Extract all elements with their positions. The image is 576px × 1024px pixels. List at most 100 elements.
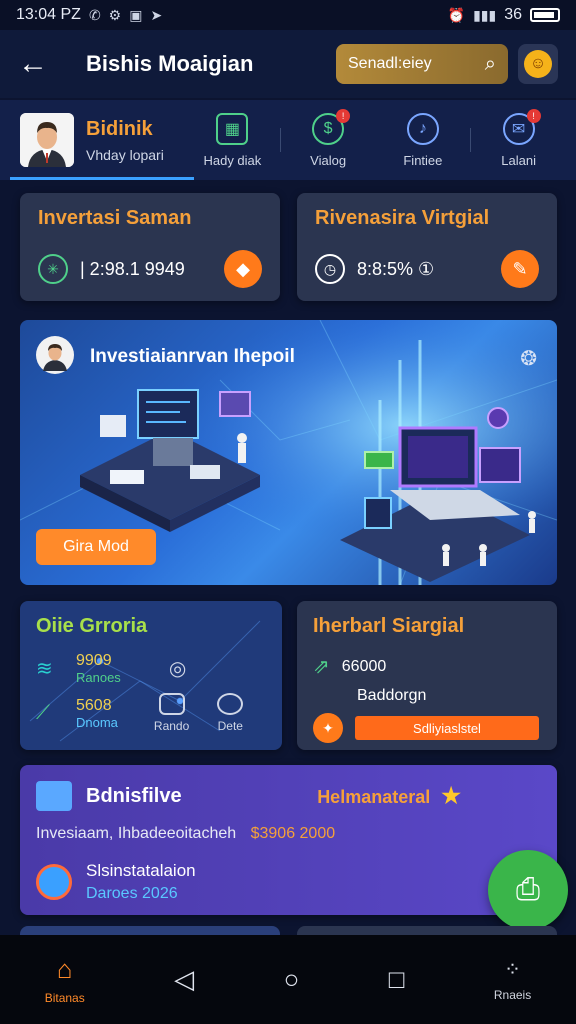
growth-value-1: 9909 bbox=[76, 652, 112, 669]
notification-button[interactable]: ☺ bbox=[518, 44, 558, 84]
tab-vialog[interactable]: $! Vialog bbox=[281, 108, 376, 168]
tab-lalani[interactable]: ✉! Lalani bbox=[471, 108, 566, 168]
pencil-icon[interactable]: ✎ bbox=[501, 250, 539, 288]
card-title: Rivenasira Virtgial bbox=[315, 207, 490, 229]
avatar bbox=[20, 113, 74, 167]
coins-icon: ◎ bbox=[168, 658, 187, 680]
card-title: Iherbarl Siargial bbox=[313, 615, 465, 637]
tab-label: Lalani bbox=[501, 152, 536, 168]
status-bar: 13:04 PZ ✆ ⚙ ▣ ➤ ⏰ ▮▮▮ 36 bbox=[0, 0, 576, 30]
link-icon: ⟋ bbox=[36, 701, 50, 724]
money-icon: $! bbox=[312, 108, 351, 145]
profile-title: Bidinik bbox=[86, 117, 153, 140]
harvest-value: 66000 bbox=[341, 657, 387, 675]
diamond-icon[interactable]: ◆ bbox=[224, 250, 262, 288]
avatar-portrait bbox=[20, 113, 74, 167]
file-icon bbox=[36, 781, 72, 811]
nav-back[interactable]: ◁ bbox=[174, 964, 194, 995]
card-title: Invertasi Saman bbox=[38, 207, 192, 229]
image-icon: ▣ bbox=[129, 6, 143, 23]
growth-value-2: 5608 bbox=[76, 696, 112, 714]
hero-title: Investiaianrvan Ihepoil bbox=[90, 346, 295, 367]
whatsapp-icon: ✆ bbox=[88, 6, 101, 23]
camera-fab-button[interactable]: ⎙ bbox=[488, 850, 568, 930]
back-triangle-icon: ◁ bbox=[174, 964, 195, 994]
gear-icon: ⚙ bbox=[108, 6, 122, 23]
profile-subtitle: Vhday lopari bbox=[86, 146, 164, 163]
battery-icon bbox=[530, 8, 560, 22]
tab-fintiee[interactable]: ♪ Fintiee bbox=[376, 112, 471, 168]
trend-icon: ⇗ bbox=[313, 656, 330, 678]
card-title: Oiie Grroria bbox=[36, 615, 148, 637]
mini-label: Dete bbox=[217, 719, 243, 733]
search-icon[interactable]: ⌕ bbox=[485, 53, 496, 76]
send-icon: ➤ bbox=[150, 6, 163, 23]
home-icon: ⌂ bbox=[56, 954, 73, 984]
clock: 13:04 PZ bbox=[16, 6, 81, 23]
nav-home-circle[interactable]: ○ bbox=[284, 964, 300, 995]
tab-badge: ! bbox=[336, 108, 351, 123]
hero-avatar bbox=[36, 336, 74, 374]
search-text: Senadl:eiey bbox=[348, 55, 432, 72]
alarm-icon: ⏰ bbox=[447, 6, 466, 23]
bottom-nav: ⌂ Bitanas ◁ ○ □ ⁘ Rnaeis bbox=[0, 935, 576, 1024]
tab-badge: ! bbox=[526, 108, 541, 123]
hero-cta-button[interactable]: Gira Mod bbox=[36, 529, 156, 565]
harvest-card[interactable]: Iherbarl Siargial ⇗ 66000 Baddorgn ✦ Sdl… bbox=[297, 601, 557, 750]
tab-bar: Bidinik Vhday lopari ▦ Hady diak $! Vial… bbox=[0, 100, 576, 180]
star-icon: ★ bbox=[441, 783, 461, 808]
battery-percent: 36 bbox=[504, 6, 522, 23]
harvest-progress[interactable]: Sdliyiaslstel bbox=[355, 716, 539, 740]
progress-label: Sdliyiaslstel bbox=[413, 720, 481, 736]
tab-label: Vialog bbox=[310, 152, 347, 168]
virtual-card[interactable]: Rivenasira Virtgial ◷ 8:8:5% ① ✎ bbox=[297, 193, 557, 301]
tab-label: Fintiee bbox=[403, 152, 443, 168]
avatar-portrait bbox=[43, 344, 67, 371]
target-icon bbox=[217, 693, 244, 715]
search-field[interactable]: Senadl:eiey ⌕ bbox=[336, 44, 508, 84]
nav-recents[interactable]: □ bbox=[389, 964, 405, 995]
network-icon: ✳ bbox=[38, 254, 68, 284]
grid-icon: ⁘ bbox=[504, 959, 521, 981]
investment-card[interactable]: Invertasi Saman ✳ | 2:98.1 9949 ◆ bbox=[20, 193, 280, 301]
growth-sub-2: Dnoma bbox=[76, 714, 118, 730]
home-circle-icon: ○ bbox=[283, 964, 300, 994]
square-icon: □ bbox=[388, 964, 405, 994]
notification-face-icon: ☺ bbox=[524, 50, 552, 78]
page-title: Bishis Moaigian bbox=[86, 51, 254, 76]
nav-label: Bitanas bbox=[44, 991, 85, 1005]
mini-item[interactable]: Rando bbox=[154, 693, 189, 733]
card-value: | 2:98.1 9949 bbox=[80, 258, 185, 279]
harvest-subtitle: Baddorgn bbox=[357, 687, 427, 704]
hero-banner[interactable]: Investiaianrvan Ihepoil ❂ Gira Mod bbox=[20, 320, 557, 585]
chat-icon: ✉! bbox=[502, 108, 541, 145]
growth-card[interactable]: Oiie Grroria ≋ 9909 Ranoes ◎ ⟋ 5608 Dnom… bbox=[20, 601, 282, 750]
promo-amount: $3906 2000 bbox=[250, 825, 336, 842]
profile-tab[interactable]: Bidinik Vhday lopari bbox=[10, 100, 194, 180]
settings-icon[interactable]: ❂ bbox=[520, 346, 537, 371]
fire-icon[interactable]: ✦ bbox=[313, 713, 343, 743]
card-value: 8:8:5% ① bbox=[357, 258, 435, 279]
tab-label: Hady diak bbox=[203, 152, 262, 168]
nav-home[interactable]: ⌂ Bitanas bbox=[45, 954, 85, 1005]
clock-icon: ◷ bbox=[315, 254, 345, 284]
promo-right-title: Helmanateral bbox=[317, 787, 431, 807]
camera-icon: ⎙ bbox=[516, 873, 540, 906]
tab-hady-diak[interactable]: ▦ Hady diak bbox=[185, 112, 280, 168]
promo-sub-title: Slsinstatalaion bbox=[86, 861, 196, 880]
box-icon bbox=[158, 693, 185, 715]
nav-label: Rnaeis bbox=[493, 988, 532, 1002]
target-icon bbox=[36, 864, 72, 900]
wifi-icon: ≋ bbox=[36, 658, 53, 680]
app-header: ← Bishis Moaigian Senadl:eiey ⌕ ☺ bbox=[0, 30, 576, 98]
promo-card[interactable]: Bdnisfilve Helmanateral ★ Invesiaam, Ihb… bbox=[20, 765, 557, 915]
mini-item[interactable]: Dete bbox=[217, 693, 244, 733]
promo-brand: Bdnisfilve bbox=[86, 784, 182, 807]
signal-icon: ▮▮▮ bbox=[473, 6, 497, 23]
mini-label: Rando bbox=[153, 719, 190, 733]
back-arrow-icon[interactable]: ← bbox=[18, 47, 58, 81]
nav-grid[interactable]: ⁘ Rnaeis bbox=[494, 957, 531, 1002]
chart-box-icon: ▦ bbox=[216, 112, 249, 145]
promo-sub-date: Daroes 2026 bbox=[86, 885, 178, 902]
promo-line: Invesiaam, Ihbadeeoitacheh bbox=[36, 825, 237, 842]
